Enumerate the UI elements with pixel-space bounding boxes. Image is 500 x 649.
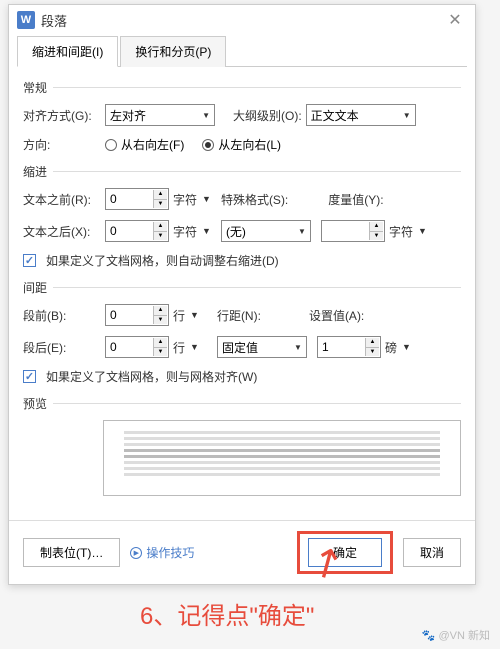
setvalue-input[interactable]: 1▲▼ (317, 336, 381, 358)
outline-select[interactable]: 正文文本 (306, 104, 416, 126)
indent-grid-label: 如果定义了文档网格，则自动调整右缩进(D) (46, 252, 279, 269)
spin-down-icon[interactable]: ▼ (153, 232, 167, 241)
paragraph-dialog: W 段落 ✕ 缩进和间距(I) 换行和分页(P) 常规 对齐方式(G): 左对齐… (8, 4, 476, 585)
chevron-down-icon[interactable]: ▼ (418, 226, 427, 236)
text-before-input[interactable]: 0▲▼ (105, 188, 169, 210)
setvalue-label: 设置值(A): (309, 307, 364, 324)
chevron-down-icon[interactable]: ▼ (202, 226, 211, 236)
chevron-down-icon[interactable]: ▼ (190, 342, 199, 352)
preview-area (103, 420, 461, 496)
tabstops-button[interactable]: 制表位(T)… (23, 538, 120, 567)
spin-up-icon[interactable]: ▲ (153, 306, 167, 316)
chevron-down-icon[interactable]: ▼ (190, 310, 199, 320)
titlebar: W 段落 ✕ (9, 5, 475, 35)
chevron-down-icon[interactable]: ▼ (202, 194, 211, 204)
play-icon: ▶ (130, 547, 142, 559)
spin-up-icon[interactable]: ▲ (153, 190, 167, 200)
outline-label: 大纲级别(O): (233, 107, 302, 124)
special-label: 特殊格式(S): (221, 191, 288, 208)
spin-down-icon[interactable]: ▼ (365, 348, 379, 357)
indent-grid-checkbox[interactable] (23, 254, 36, 267)
spin-up-icon[interactable]: ▲ (369, 222, 383, 232)
align-select[interactable]: 左对齐 (105, 104, 215, 126)
space-before-input[interactable]: 0▲▼ (105, 304, 169, 326)
space-after-input[interactable]: 0▲▼ (105, 336, 169, 358)
dialog-title: 段落 (41, 11, 443, 30)
special-select[interactable]: (无) (221, 220, 311, 242)
spacing-grid-label: 如果定义了文档网格，则与网格对齐(W) (46, 368, 257, 385)
space-before-label: 段前(B): (23, 307, 101, 324)
spin-down-icon[interactable]: ▼ (153, 200, 167, 209)
spin-down-icon[interactable]: ▼ (153, 316, 167, 325)
tips-link[interactable]: ▶操作技巧 (130, 544, 194, 561)
section-preview: 预览 (23, 395, 461, 412)
chevron-down-icon[interactable]: ▼ (402, 342, 411, 352)
spin-down-icon[interactable]: ▼ (153, 348, 167, 357)
watermark: 🐾 @VN 新知 (422, 627, 490, 643)
spin-up-icon[interactable]: ▲ (365, 338, 379, 348)
measure-input[interactable]: ▲▼ (321, 220, 385, 242)
dialog-footer: 制表位(T)… ▶操作技巧 确定 取消 (9, 520, 475, 584)
unit-line: 行 (173, 339, 185, 356)
linespace-select[interactable]: 固定值 (217, 336, 307, 358)
measure-label: 度量值(Y): (328, 191, 383, 208)
close-icon[interactable]: ✕ (443, 8, 467, 32)
cancel-button[interactable]: 取消 (403, 538, 461, 567)
word-icon: W (17, 11, 35, 29)
unit-char: 字符 (173, 223, 197, 240)
unit-char: 字符 (173, 191, 197, 208)
tab-bar: 缩进和间距(I) 换行和分页(P) (17, 35, 467, 67)
radio-ltr[interactable]: 从左向右(L) (202, 136, 281, 153)
unit-line: 行 (173, 307, 185, 324)
space-after-label: 段后(E): (23, 339, 101, 356)
spin-up-icon[interactable]: ▲ (153, 222, 167, 232)
align-label: 对齐方式(G): (23, 107, 101, 124)
text-before-label: 文本之前(R): (23, 191, 101, 208)
direction-label: 方向: (23, 136, 101, 153)
unit-pt: 磅 (385, 339, 397, 356)
section-spacing: 间距 (23, 279, 461, 296)
text-after-input[interactable]: 0▲▼ (105, 220, 169, 242)
linespace-label: 行距(N): (217, 307, 261, 324)
tab-indent-spacing[interactable]: 缩进和间距(I) (17, 36, 118, 67)
annotation-text: 6、记得点"确定" (140, 596, 314, 631)
text-after-label: 文本之后(X): (23, 223, 101, 240)
spin-down-icon[interactable]: ▼ (369, 232, 383, 241)
spin-up-icon[interactable]: ▲ (153, 338, 167, 348)
section-general: 常规 (23, 79, 461, 96)
section-indent: 缩进 (23, 163, 461, 180)
unit-char: 字符 (389, 223, 413, 240)
radio-rtl[interactable]: 从右向左(F) (105, 136, 184, 153)
spacing-grid-checkbox[interactable] (23, 370, 36, 383)
tab-line-page[interactable]: 换行和分页(P) (120, 36, 226, 67)
